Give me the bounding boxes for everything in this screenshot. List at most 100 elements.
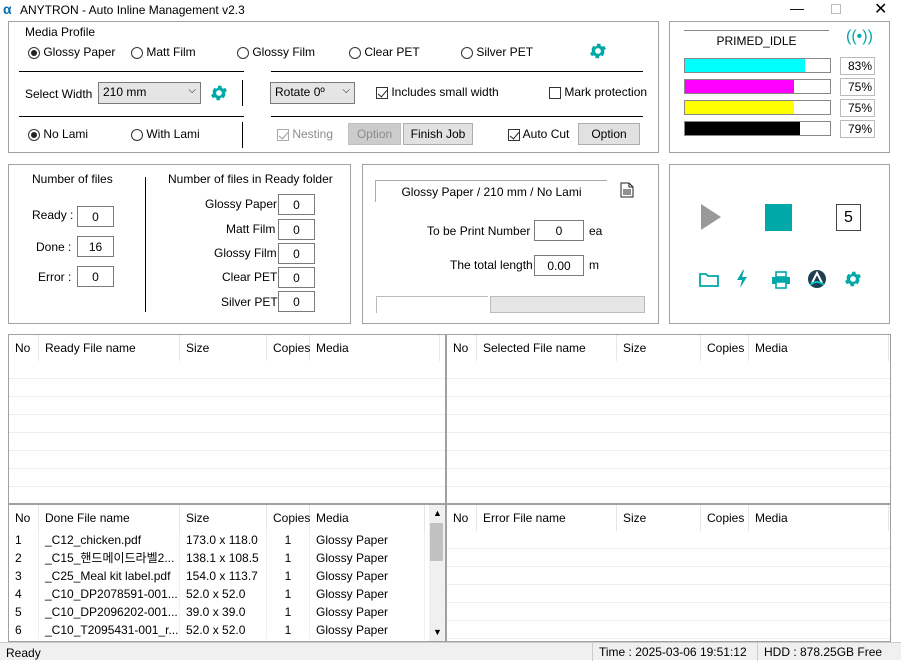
table-cell: 1 xyxy=(267,549,310,567)
radio-no-lami[interactable]: No Lami xyxy=(28,127,88,141)
table-cell: 52.0 x 52.0 xyxy=(180,621,267,639)
table-cell: _C12_chicken.pdf xyxy=(39,531,180,549)
table-cell: _C25_Meal kit label.pdf xyxy=(39,567,180,585)
table-cell: 1 xyxy=(9,531,39,549)
status-hdd: HDD : 878.25GB Free xyxy=(757,643,882,661)
selected-table-header: No Selected File name Size Copies Media xyxy=(447,335,890,361)
radio-silver-pet[interactable]: Silver PET xyxy=(461,45,533,59)
select-width-label: Select Width xyxy=(25,87,93,101)
folder-icon[interactable] xyxy=(699,271,719,287)
scroll-down-icon[interactable]: ▼ xyxy=(433,627,442,637)
ink-level-bar xyxy=(684,121,831,136)
table-cell: 6 xyxy=(9,621,39,639)
ink-level-fill xyxy=(685,122,800,135)
control-panel: 5 xyxy=(669,164,890,324)
auto-cut-checkbox[interactable]: Auto Cut xyxy=(508,127,569,141)
printer-icon[interactable] xyxy=(771,271,791,289)
option-button[interactable]: Option xyxy=(578,123,640,145)
radio-with-lami[interactable]: With Lami xyxy=(131,127,200,141)
signal-icon: ((•)) xyxy=(846,28,873,45)
ink-level-fill xyxy=(685,80,794,93)
file-count-panel: Number of files Ready : 0 Done : 16 Erro… xyxy=(8,164,351,324)
table-cell: Glossy Paper xyxy=(310,621,425,639)
status-time: Time : 2025-03-06 19:51:12 xyxy=(592,643,747,661)
selected-table-body[interactable] xyxy=(447,361,890,503)
settings-gear-icon[interactable] xyxy=(843,269,863,289)
error-file-table[interactable]: No Error File name Size Copies Media xyxy=(446,504,891,642)
print-number-label: To be Print Number xyxy=(427,224,531,238)
finish-job-button[interactable]: Finish Job xyxy=(403,123,473,145)
folder-glossy-paper-label: Glossy Paper xyxy=(205,197,278,211)
table-row[interactable]: 1 _C12_chicken.pdf 173.0 x 118.0 1 Glossy Pa… xyxy=(9,531,429,549)
table-cell: _C15_핸드메이드라벨2... xyxy=(39,549,180,567)
done-table-scrollbar[interactable]: ▲ ▼ xyxy=(429,505,445,641)
counter-box[interactable]: 5 xyxy=(836,204,861,231)
folder-silver-pet-label: Silver PET xyxy=(221,295,278,309)
ink-level-fill xyxy=(685,59,806,72)
minimize-button[interactable]: — xyxy=(790,0,804,16)
error-table-body[interactable] xyxy=(447,531,890,641)
ink-level-text: 83% xyxy=(840,57,875,75)
scroll-thumb[interactable] xyxy=(430,523,443,561)
nesting-checkbox[interactable]: Nesting xyxy=(277,127,333,141)
table-cell: 1 xyxy=(267,531,310,549)
stop-icon[interactable] xyxy=(765,204,792,231)
scroll-up-icon[interactable]: ▲ xyxy=(433,508,442,518)
done-table-body[interactable]: 1 _C12_chicken.pdf 173.0 x 118.0 1 Glossy Pa… xyxy=(9,531,429,639)
error-count: 0 xyxy=(77,266,114,287)
ready-table-header: No Ready File name Size Copies Media xyxy=(9,335,445,361)
width-select[interactable]: 210 mm ⌵ xyxy=(98,82,201,104)
radio-glossy-film[interactable]: Glossy Film xyxy=(237,45,315,59)
folder-glossy-film-label: Glossy Film xyxy=(214,246,277,260)
close-button[interactable]: ✕ xyxy=(874,0,887,19)
status-bar: Ready Time : 2025-03-06 19:51:12 HDD : 8… xyxy=(0,642,901,661)
window-title: ANYTRON - Auto Inline Management v2.3 xyxy=(20,3,245,17)
folder-matt-film-count: 0 xyxy=(278,219,315,240)
table-cell: 2 xyxy=(9,549,39,567)
printer-state-text: PRIMED_IDLE xyxy=(684,30,829,50)
table-cell: _C10_DP2096202-001... xyxy=(39,603,180,621)
table-row[interactable]: 4 _C10_DP2078591-001... 52.0 x 52.0 1 Glossy… xyxy=(9,585,429,603)
table-cell: 52.0 x 52.0 xyxy=(180,585,267,603)
radio-clear-pet[interactable]: Clear PET xyxy=(349,45,420,59)
mark-protection-checkbox[interactable]: Mark protection xyxy=(549,85,647,99)
done-table-header: No Done File name Size Copies Media xyxy=(9,505,445,531)
total-length-label: The total length xyxy=(450,258,533,272)
total-length-value: 0.00 xyxy=(534,255,584,276)
table-cell: 4 xyxy=(9,585,39,603)
done-file-table[interactable]: No Done File name Size Copies Media 1 _C1… xyxy=(8,504,446,642)
folder-matt-film-label: Matt Film xyxy=(226,222,276,236)
table-row[interactable]: 3 _C25_Meal kit label.pdf 154.0 x 113.7 1 Gl… xyxy=(9,567,429,585)
radio-glossy-paper[interactable]: Glossy Paper xyxy=(28,45,115,59)
folder-glossy-paper-count: 0 xyxy=(278,194,315,215)
selected-file-table[interactable]: No Selected File name Size Copies Media xyxy=(446,334,891,504)
lightning-icon[interactable] xyxy=(735,269,749,289)
document-icon[interactable] xyxy=(620,182,634,198)
width-settings-gear-icon[interactable] xyxy=(209,83,229,103)
table-cell: 5 xyxy=(9,603,39,621)
small-width-checkbox[interactable]: Includes small width xyxy=(376,85,499,99)
progress-bar xyxy=(490,296,645,313)
table-row[interactable]: 2 _C15_핸드메이드라벨2... 138.1 x 108.5 1 Glossy Pa… xyxy=(9,549,429,567)
table-cell: 173.0 x 118.0 xyxy=(180,531,267,549)
radio-matt-film[interactable]: Matt Film xyxy=(131,45,196,59)
table-row[interactable]: 5 _C10_DP2096202-001... 39.0 x 39.0 1 Glossy… xyxy=(9,603,429,621)
table-cell: Glossy Paper xyxy=(310,531,425,549)
option-button-disabled[interactable]: Option xyxy=(348,123,401,145)
media-settings-gear-icon[interactable] xyxy=(588,41,608,61)
progress-text-box xyxy=(376,296,488,313)
table-cell: _C10_DP2078591-001... xyxy=(39,585,180,603)
play-icon[interactable] xyxy=(699,202,723,232)
ready-folder-label: Number of files in Ready folder xyxy=(168,172,333,186)
table-cell: Glossy Paper xyxy=(310,585,425,603)
logo-icon[interactable] xyxy=(807,269,827,289)
table-row[interactable]: 6 _C10_T2095431-001_r... 52.0 x 52.0 1 Gloss… xyxy=(9,621,429,639)
rotate-select[interactable]: Rotate 0º ⌵ xyxy=(270,82,355,104)
table-cell: 154.0 x 113.7 xyxy=(180,567,267,585)
status-text: Ready xyxy=(6,646,41,660)
ready-file-table[interactable]: No Ready File name Size Copies Media xyxy=(8,334,446,504)
table-cell: Glossy Paper xyxy=(310,549,425,567)
folder-silver-pet-count: 0 xyxy=(278,291,315,312)
maximize-button[interactable] xyxy=(831,4,841,14)
ready-table-body[interactable] xyxy=(9,361,445,503)
